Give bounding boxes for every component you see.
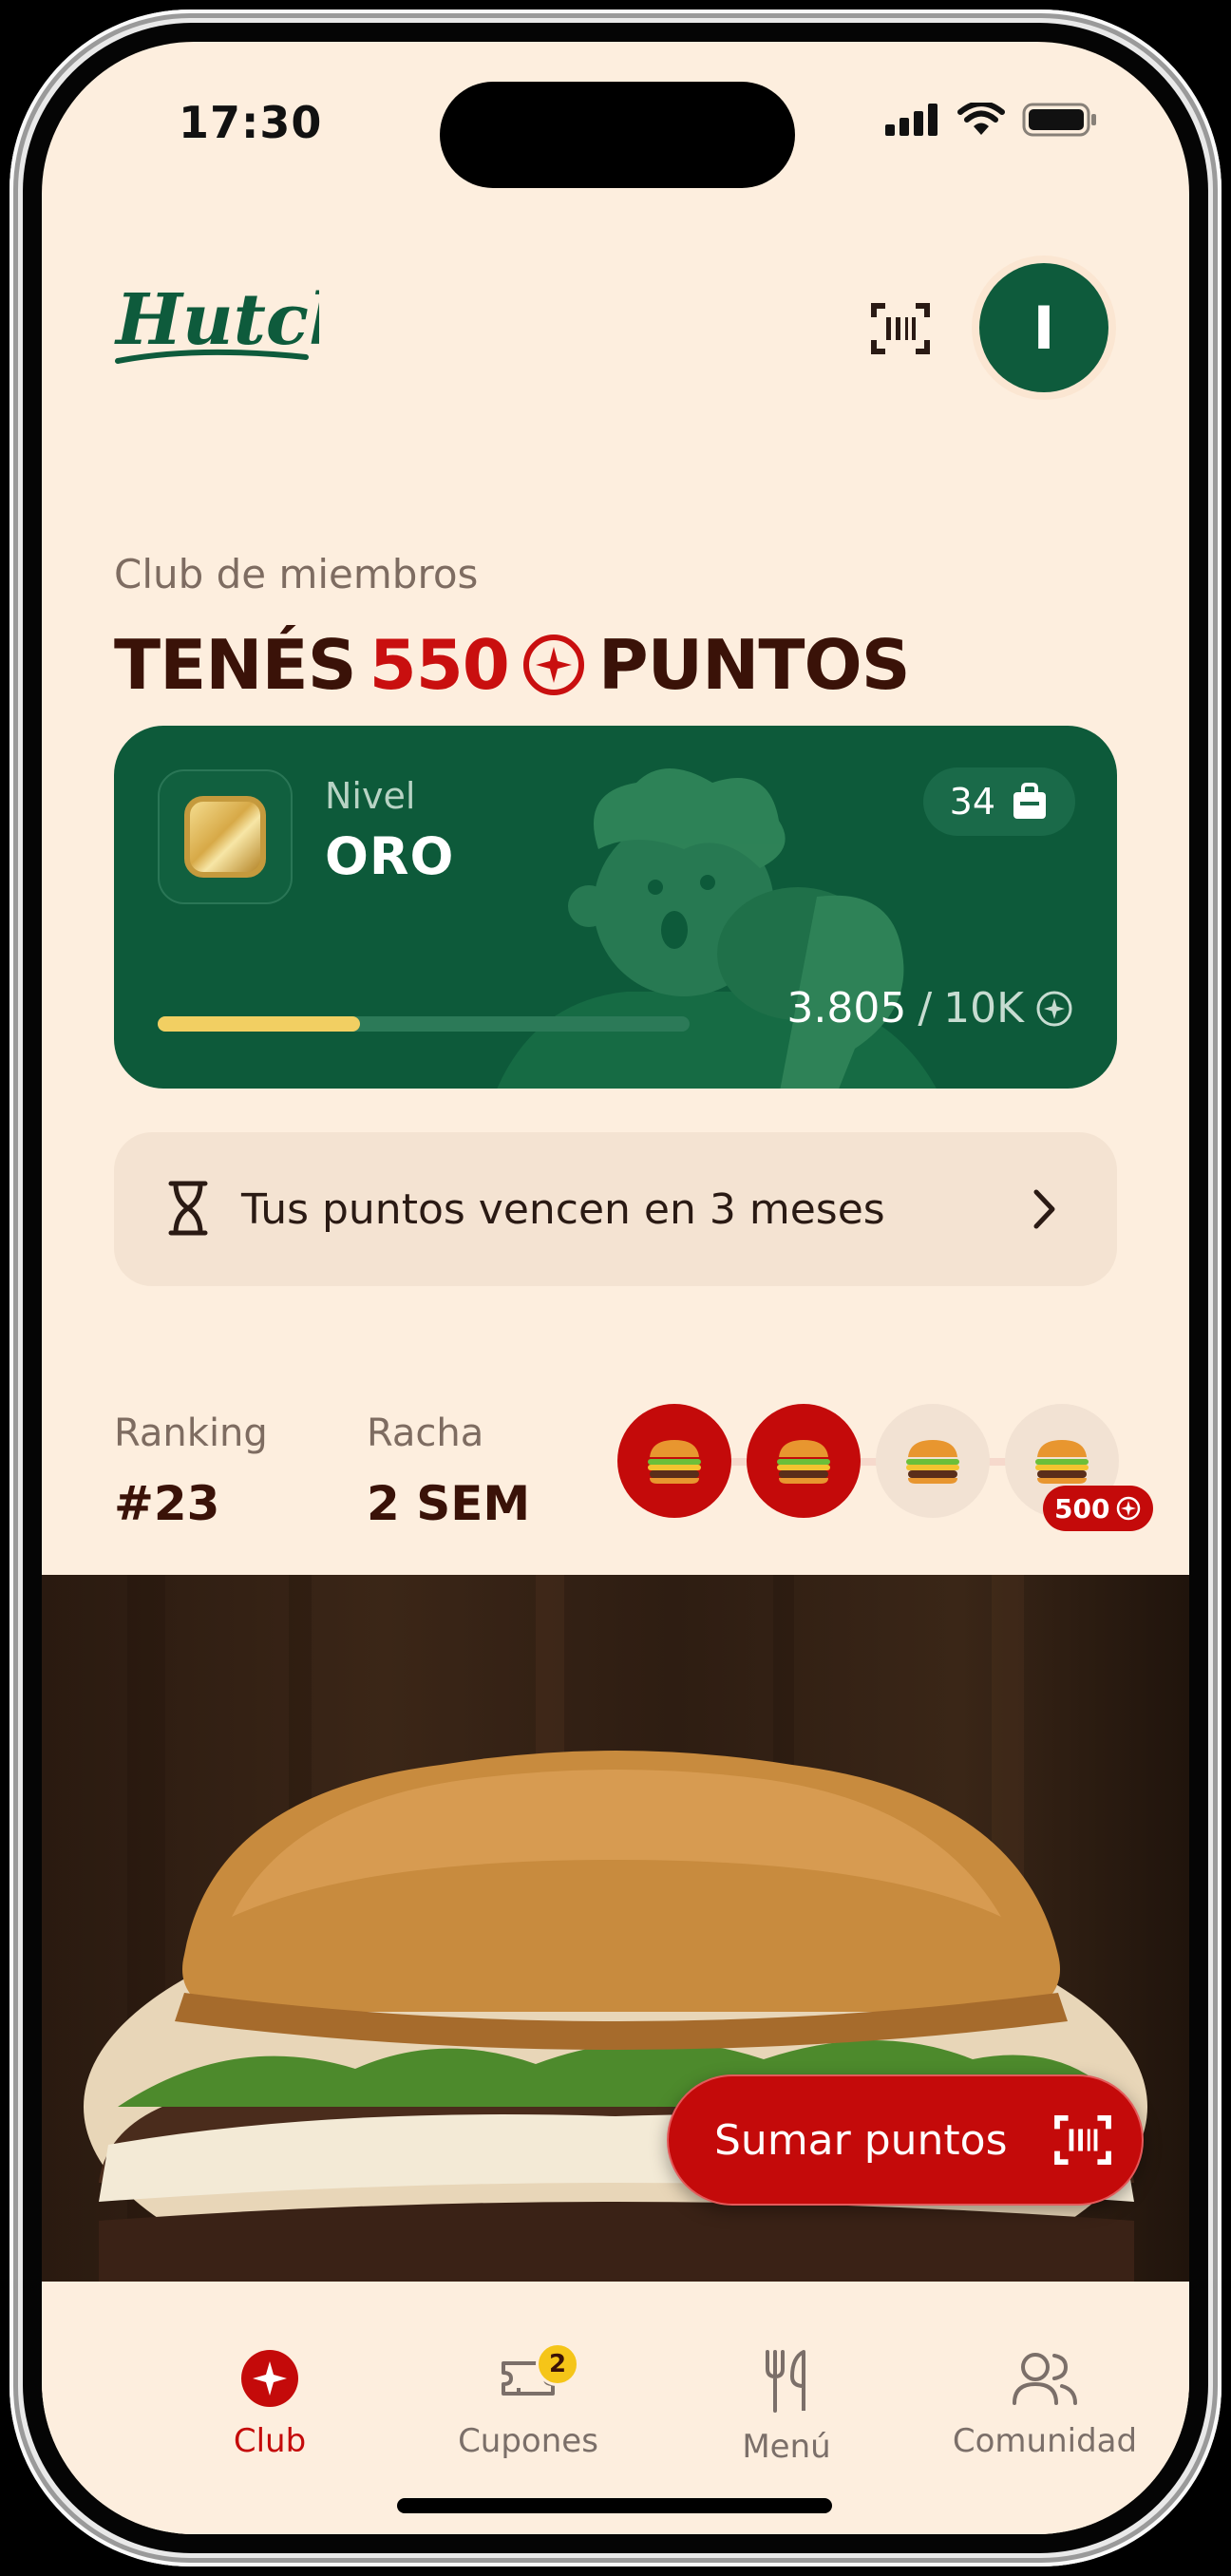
tab-comunidad-label: Comunidad xyxy=(952,2422,1138,2460)
app-screen: 17:30 Hutch xyxy=(42,42,1189,2534)
streak-tracker[interactable]: 500 xyxy=(617,1391,1154,1533)
hutch-logo[interactable]: Hutch xyxy=(110,266,360,384)
tab-menu-label: Menú xyxy=(742,2428,831,2466)
streak-week-3 xyxy=(876,1404,990,1518)
streak-label: Racha xyxy=(367,1411,484,1455)
star-badge-icon xyxy=(241,2350,298,2407)
points-star-icon xyxy=(522,635,584,695)
expiry-text: Tus puntos vencen en 3 meses xyxy=(241,1184,885,1234)
status-time: 17:30 xyxy=(179,97,323,148)
barcode-scan-icon xyxy=(871,303,930,354)
points-expiry-banner[interactable]: Tus puntos vencen en 3 meses xyxy=(114,1132,1117,1286)
users-icon xyxy=(1013,2353,1077,2405)
level-progress-bar xyxy=(158,1016,690,1032)
streak-bonus-value: 500 xyxy=(1054,1492,1110,1525)
cellular-signal-icon xyxy=(885,104,937,136)
club-section-label: Club de miembros xyxy=(114,551,479,597)
level-medal-box xyxy=(158,769,293,904)
tab-club[interactable]: Club xyxy=(175,2348,365,2460)
character-illustration xyxy=(497,768,937,1089)
streak-week-2 xyxy=(747,1404,861,1518)
home-indicator xyxy=(397,2498,832,2513)
logo-wordmark: Hutch xyxy=(114,279,319,361)
coupons-count: 34 xyxy=(949,781,995,823)
level-name: ORO xyxy=(325,826,455,886)
burger-icon xyxy=(906,1440,959,1484)
points-star-small-icon xyxy=(1036,991,1072,1026)
level-progress-text: 3.805 / 10K xyxy=(786,984,1073,1032)
progress-current: 3.805 xyxy=(786,984,907,1032)
bonus-star-icon xyxy=(1117,1496,1141,1521)
chevron-right-icon xyxy=(1033,1189,1055,1229)
coupons-count-pill[interactable]: 34 xyxy=(922,767,1075,836)
points-title-prefix: TENÉS xyxy=(114,625,357,705)
scan-code-button[interactable] xyxy=(862,291,938,367)
points-title-suffix: PUNTOS xyxy=(597,625,911,705)
tab-cupones[interactable]: 2 Cupones xyxy=(433,2342,623,2460)
bottom-tab-bar: Club 2 Cupones Menú Comunidad xyxy=(42,2282,1189,2534)
level-progress-fill xyxy=(158,1016,361,1032)
gold-medal-icon xyxy=(184,796,266,878)
shopping-bag-icon xyxy=(1013,783,1046,819)
tab-comunidad[interactable]: Comunidad xyxy=(950,2348,1140,2460)
tab-cupones-label: Cupones xyxy=(458,2422,598,2460)
ranking-value: #23 xyxy=(114,1476,220,1531)
coupons-notification-badge: 2 xyxy=(536,2342,579,2386)
battery-icon xyxy=(1022,103,1096,137)
level-label: Nivel xyxy=(325,775,416,817)
dynamic-island xyxy=(440,82,795,188)
status-icons xyxy=(885,103,1098,137)
level-card[interactable]: Nivel ORO 34 3.805 / 10K xyxy=(114,726,1117,1089)
burger-icon xyxy=(1035,1440,1089,1484)
tab-menu[interactable]: Menú xyxy=(691,2348,881,2466)
burger-icon xyxy=(648,1440,701,1484)
burger-icon xyxy=(777,1440,830,1484)
hourglass-icon xyxy=(168,1181,208,1236)
barcode-scan-icon xyxy=(1053,2114,1111,2166)
profile-avatar[interactable]: I xyxy=(979,263,1108,392)
sumar-puntos-button[interactable]: Sumar puntos xyxy=(667,2074,1144,2206)
points-headline: TENÉS 550 PUNTOS xyxy=(114,625,911,705)
streak-bonus-badge: 500 xyxy=(1043,1486,1154,1531)
sumar-puntos-label: Sumar puntos xyxy=(714,2115,1008,2165)
points-value: 550 xyxy=(369,625,510,705)
tab-club-label: Club xyxy=(233,2422,307,2460)
wifi-icon xyxy=(957,103,1005,135)
fork-knife-icon xyxy=(766,2350,805,2413)
streak-value: 2 SEM xyxy=(367,1476,531,1531)
streak-week-1 xyxy=(617,1404,731,1518)
ranking-label: Ranking xyxy=(114,1411,268,1455)
progress-max: 10K xyxy=(943,984,1024,1032)
